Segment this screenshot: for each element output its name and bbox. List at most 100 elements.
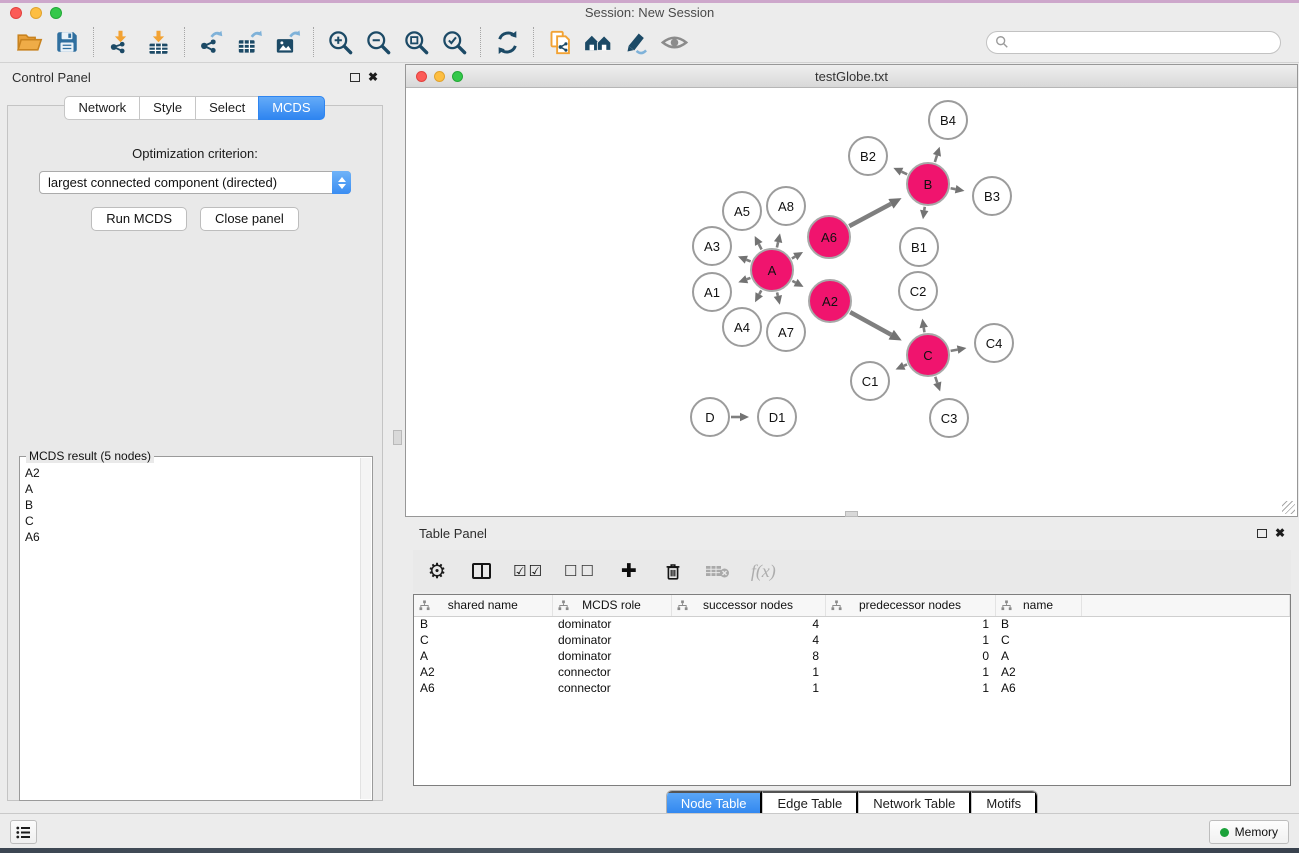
graph-node-B[interactable]: B xyxy=(906,162,950,206)
graph-node-B1[interactable]: B1 xyxy=(899,227,939,267)
result-item[interactable]: B xyxy=(25,497,368,513)
tab-select[interactable]: Select xyxy=(195,96,259,120)
table-row[interactable]: Bdominator41B xyxy=(414,616,1290,632)
graph-node-B3[interactable]: B3 xyxy=(972,176,1012,216)
table-cell[interactable]: 4 xyxy=(671,616,825,632)
table-cell[interactable]: connector xyxy=(552,680,671,696)
run-mcds-button[interactable]: Run MCDS xyxy=(91,207,187,231)
table-cell[interactable]: 1 xyxy=(825,680,995,696)
graph-node-A[interactable]: A xyxy=(750,248,794,292)
optimization-select[interactable]: largest connected component (directed) xyxy=(39,171,351,194)
search-input[interactable] xyxy=(1009,35,1272,49)
graph-node-A2[interactable]: A2 xyxy=(808,279,852,323)
graph-edge-B-B1[interactable] xyxy=(924,207,925,211)
table-cell[interactable]: 1 xyxy=(671,664,825,680)
export-network-button[interactable] xyxy=(192,24,230,60)
table-cell[interactable]: dominator xyxy=(552,616,671,632)
tab-network[interactable]: Network xyxy=(64,96,140,120)
table-cell[interactable]: 0 xyxy=(825,648,995,664)
graph-edge-A-A5[interactable] xyxy=(759,244,762,250)
open-file-button[interactable] xyxy=(10,24,48,60)
memory-button[interactable]: Memory xyxy=(1209,820,1289,844)
table-cell[interactable]: 8 xyxy=(671,648,825,664)
graph-node-D[interactable]: D xyxy=(690,397,730,437)
table-row[interactable]: A6connector11A6 xyxy=(414,680,1290,696)
export-table-button[interactable] xyxy=(230,24,268,60)
graph-edge-C-C3[interactable] xyxy=(935,377,937,383)
zoom-in-button[interactable] xyxy=(321,24,359,60)
search-box[interactable] xyxy=(986,31,1281,54)
window-resize-grip[interactable] xyxy=(1282,501,1295,514)
column-header[interactable]: MCDS role xyxy=(552,595,671,616)
result-scrollbar[interactable] xyxy=(360,458,371,799)
refresh-layout-button[interactable] xyxy=(488,24,526,60)
graph-node-A5[interactable]: A5 xyxy=(722,191,762,231)
column-header[interactable]: predecessor nodes xyxy=(825,595,995,616)
table-cell[interactable]: B xyxy=(414,616,552,632)
table-cell[interactable]: A xyxy=(995,648,1081,664)
delete-table-button[interactable] xyxy=(705,556,731,586)
save-session-button[interactable] xyxy=(48,24,86,60)
deselect-all-rows-button[interactable]: ☐☐ xyxy=(564,556,597,586)
graph-node-A6[interactable]: A6 xyxy=(807,215,851,259)
function-builder-button[interactable]: f(x) xyxy=(751,556,776,586)
table-row[interactable]: Adominator80A xyxy=(414,648,1290,664)
float-panel-icon[interactable] xyxy=(350,73,360,82)
table-cell[interactable]: A2 xyxy=(414,664,552,680)
table-cell[interactable]: dominator xyxy=(552,632,671,648)
select-all-rows-button[interactable]: ☑☑ xyxy=(513,556,544,586)
column-header[interactable]: successor nodes xyxy=(671,595,825,616)
table-row[interactable]: A2connector11A2 xyxy=(414,664,1290,680)
network-canvas[interactable]: AA1A2A3A4A5A6A7A8BB1B2B3B4CC1C2C3C4DD1 xyxy=(406,88,1297,516)
table-cell[interactable]: A xyxy=(414,648,552,664)
tab-style[interactable]: Style xyxy=(139,96,196,120)
graph-node-A7[interactable]: A7 xyxy=(766,312,806,352)
graph-node-B2[interactable]: B2 xyxy=(848,136,888,176)
graph-edge-B-B2[interactable] xyxy=(902,172,908,175)
result-item[interactable]: A2 xyxy=(25,465,368,481)
result-item[interactable]: A xyxy=(25,481,368,497)
graph-edge-A-A3[interactable] xyxy=(746,260,750,262)
column-header[interactable]: shared name xyxy=(414,595,552,616)
result-item[interactable]: C xyxy=(25,513,368,529)
delete-column-button[interactable] xyxy=(661,556,685,586)
table-cell[interactable]: 4 xyxy=(671,632,825,648)
first-neighbors-button[interactable] xyxy=(579,24,617,60)
add-column-button[interactable]: ✚ xyxy=(617,556,641,586)
table-cell[interactable]: 1 xyxy=(825,616,995,632)
float-table-panel-icon[interactable] xyxy=(1257,529,1267,538)
zoom-fit-button[interactable] xyxy=(397,24,435,60)
table-cell[interactable]: 1 xyxy=(825,632,995,648)
import-table-button[interactable] xyxy=(139,24,177,60)
network-window-titlebar[interactable]: testGlobe.txt xyxy=(406,65,1297,88)
graph-edge-A-A7[interactable] xyxy=(777,292,778,295)
horizontal-splitter-grip[interactable] xyxy=(845,511,858,517)
table-cell[interactable]: connector xyxy=(552,664,671,680)
table-cell[interactable]: dominator xyxy=(552,648,671,664)
graph-edge-C-C1[interactable] xyxy=(904,364,907,365)
hide-selected-button[interactable] xyxy=(617,24,655,60)
graph-node-C4[interactable]: C4 xyxy=(974,323,1014,363)
graph-edge-B-B3[interactable] xyxy=(951,188,956,189)
task-history-button[interactable] xyxy=(10,820,37,844)
graph-edge-A-A2[interactable] xyxy=(792,281,795,283)
graph-edge-A2-C[interactable] xyxy=(850,312,891,335)
graph-node-C2[interactable]: C2 xyxy=(898,271,938,311)
close-panel-button[interactable]: Close panel xyxy=(200,207,299,231)
close-table-panel-icon[interactable]: ✖ xyxy=(1275,528,1285,538)
zoom-selected-button[interactable] xyxy=(435,24,473,60)
table-cell[interactable]: A6 xyxy=(995,680,1081,696)
graph-edge-A-A4[interactable] xyxy=(759,290,761,294)
table-cell[interactable]: A6 xyxy=(414,680,552,696)
graph-node-D1[interactable]: D1 xyxy=(757,397,797,437)
graph-node-A3[interactable]: A3 xyxy=(692,226,732,266)
clone-network-button[interactable] xyxy=(541,24,579,60)
tab-mcds[interactable]: MCDS xyxy=(258,96,324,120)
close-panel-icon[interactable]: ✖ xyxy=(368,72,378,82)
graph-edge-C-C2[interactable] xyxy=(924,328,925,333)
show-all-button[interactable] xyxy=(655,24,693,60)
graph-node-A8[interactable]: A8 xyxy=(766,186,806,226)
table-cell[interactable]: C xyxy=(414,632,552,648)
table-cell[interactable]: C xyxy=(995,632,1081,648)
graph-edge-A-A1[interactable] xyxy=(747,278,751,279)
